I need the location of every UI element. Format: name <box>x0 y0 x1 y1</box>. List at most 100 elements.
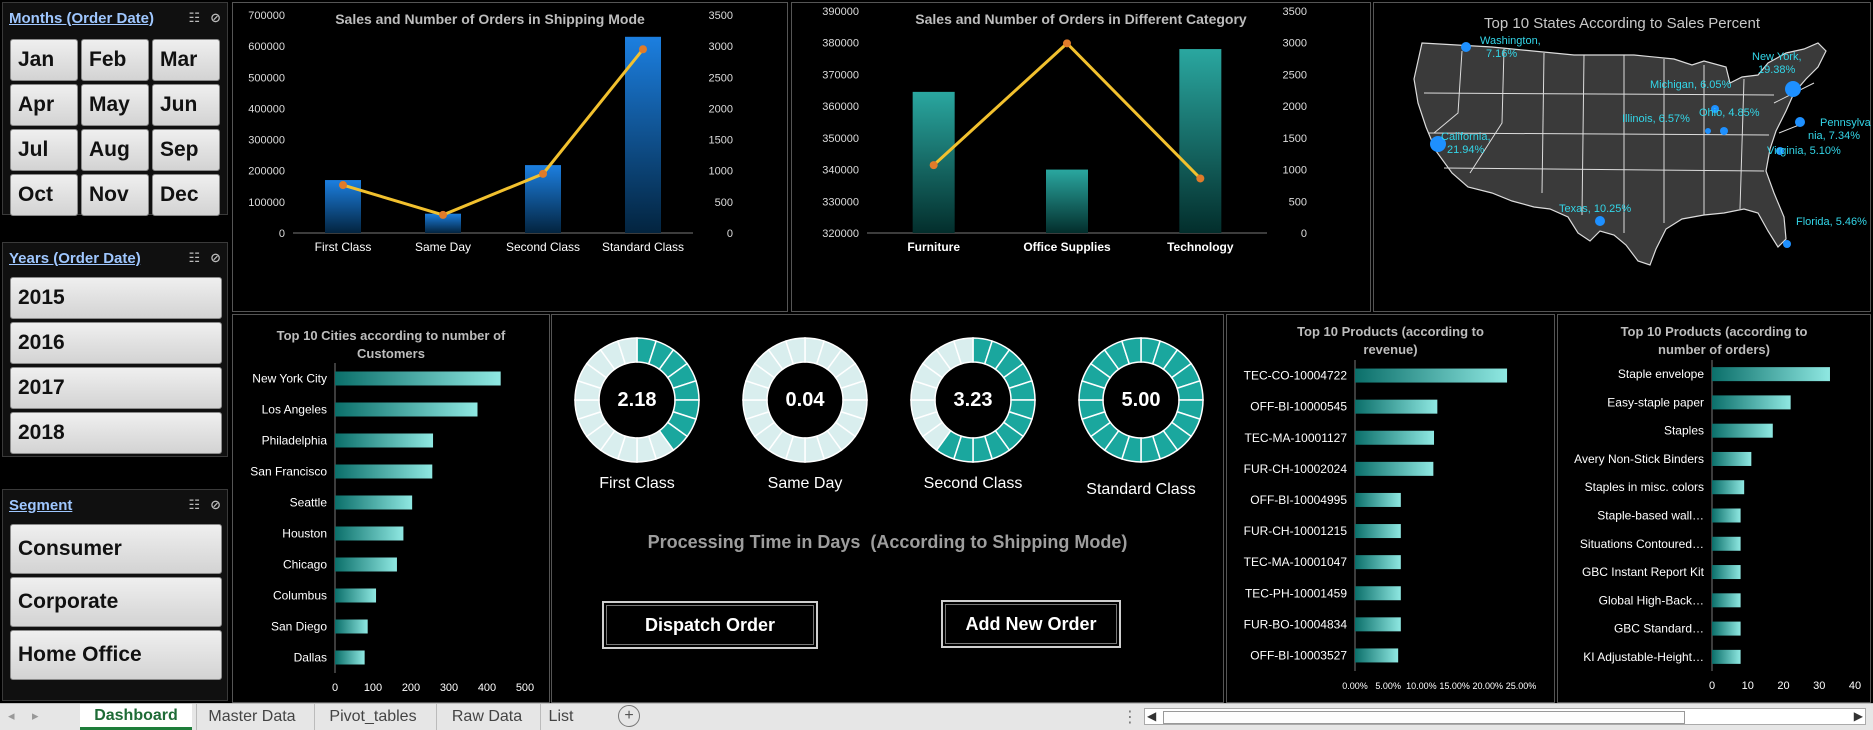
months-slicer-title: Months (Order Date) <box>9 9 155 27</box>
map-dot <box>1720 127 1728 135</box>
y-tick-label: 700000 <box>248 10 285 22</box>
slicer-item-2017[interactable]: 2017 <box>10 367 222 409</box>
bar <box>1712 593 1741 608</box>
orders-point <box>639 45 647 54</box>
gauge-value: 5.00 <box>1121 388 1161 411</box>
scroll-right-icon[interactable]: ▸ <box>32 708 39 724</box>
bar <box>1355 430 1435 445</box>
map-label: Texas, 10.25% <box>1559 203 1631 215</box>
bar <box>335 371 501 386</box>
category-label: Philadelphia <box>262 434 328 448</box>
slicer-item-2016[interactable]: 2016 <box>10 322 222 364</box>
scroll-left-icon[interactable]: ◂ <box>8 708 15 724</box>
y2-tick-label: 1500 <box>1283 133 1307 145</box>
category-label: KI Adjustable-Height… <box>1583 650 1704 664</box>
slicer-item-2015[interactable]: 2015 <box>10 277 222 319</box>
slicer-item-feb[interactable]: Feb <box>81 39 149 81</box>
category-label: San Diego <box>271 620 327 634</box>
slicer-item-consumer[interactable]: Consumer <box>10 524 222 574</box>
y2-tick-label: 500 <box>1289 196 1307 208</box>
slicer-item-corporate[interactable]: Corporate <box>10 577 222 627</box>
x-tick-label: 20.00% <box>1473 681 1504 691</box>
category-label: Chicago <box>283 558 327 572</box>
y2-tick-label: 1500 <box>709 135 733 147</box>
slicer-item-jan[interactable]: Jan <box>10 39 78 81</box>
add-sheet-icon[interactable]: + <box>618 705 640 727</box>
map-label: Illinois, 6.57% <box>1622 113 1690 125</box>
map-dot <box>1795 117 1805 127</box>
y-tick-label: 360000 <box>822 101 859 113</box>
slicer-item-may[interactable]: May <box>81 84 149 126</box>
y-tick-label: 380000 <box>822 38 859 50</box>
bar <box>335 588 377 603</box>
category-label: TEC-MA-10001127 <box>1245 431 1348 445</box>
x-tick-label: 20 <box>1777 680 1789 692</box>
x-tick-label: 500 <box>516 682 534 694</box>
category-label: Staple envelope <box>1618 367 1704 381</box>
slicer-item-aug[interactable]: Aug <box>81 129 149 171</box>
gauge-same-day: 0.04 Same Day <box>740 335 870 505</box>
y-tick-label: 600000 <box>248 41 285 53</box>
sheet-tab-raw-data[interactable]: Raw Data <box>436 704 537 730</box>
orders-point <box>1196 174 1205 183</box>
multi-select-icon[interactable]: ☷ <box>188 497 200 513</box>
bar <box>335 495 413 510</box>
gauge-second-class: 3.23 Second Class <box>908 335 1038 505</box>
dispatch-order-button[interactable]: Dispatch Order <box>602 601 818 649</box>
category-label: Staples <box>1664 424 1704 438</box>
category-label: Technology <box>1167 240 1234 254</box>
sheet-tab-master-data[interactable]: Master Data <box>196 704 307 730</box>
bar <box>1355 586 1401 601</box>
map-label: 19.38% <box>1758 64 1796 76</box>
clear-filter-icon[interactable]: ⊘ <box>210 250 221 266</box>
bar <box>1355 524 1401 539</box>
bar <box>1355 461 1434 476</box>
scrollbar-left-arrow-icon[interactable]: ◀ <box>1147 709 1156 723</box>
map-label: Washington, <box>1480 35 1541 47</box>
category-label: OFF-BI-10004995 <box>1250 493 1347 507</box>
map-label: nia, 7.34% <box>1808 130 1860 142</box>
slicer-item-home-office[interactable]: Home Office <box>10 630 222 680</box>
x-tick-label: 10 <box>1742 680 1754 692</box>
slicer-item-jul[interactable]: Jul <box>10 129 78 171</box>
y2-tick-label: 2000 <box>709 103 733 115</box>
y2-tick-label: 500 <box>715 197 733 209</box>
bar <box>1712 621 1741 636</box>
bar <box>1355 399 1438 414</box>
map-label: 7.16% <box>1486 48 1517 60</box>
scrollbar-right-arrow-icon[interactable]: ▶ <box>1854 709 1863 723</box>
gauge-label: Second Class <box>923 475 1023 492</box>
bar <box>1712 451 1752 466</box>
category-label: TEC-MA-10001047 <box>1244 555 1348 569</box>
slicer-item-dec[interactable]: Dec <box>152 174 220 216</box>
slicer-item-nov[interactable]: Nov <box>81 174 149 216</box>
category-label: Situations Contoured… <box>1580 537 1704 551</box>
category-label: TEC-PH-10001459 <box>1245 586 1347 600</box>
slicer-item-mar[interactable]: Mar <box>152 39 220 81</box>
slicer-item-apr[interactable]: Apr <box>10 84 78 126</box>
slicer-item-sep[interactable]: Sep <box>152 129 220 171</box>
sheet-tab-dashboard[interactable]: Dashboard <box>80 704 192 730</box>
horizontal-scrollbar[interactable]: ◀ ▶ <box>1144 708 1866 725</box>
multi-select-icon[interactable]: ☷ <box>188 250 200 266</box>
x-tick-label: 15.00% <box>1439 681 1470 691</box>
y2-tick-label: 3000 <box>1283 38 1307 50</box>
clear-filter-icon[interactable]: ⊘ <box>210 497 221 513</box>
bar <box>335 402 478 417</box>
y-tick-label: 400000 <box>248 103 285 115</box>
add-new-order-button[interactable]: Add New Order <box>941 600 1121 648</box>
category-label: Easy-staple paper <box>1607 395 1704 409</box>
slicer-item-2018[interactable]: 2018 <box>10 412 222 454</box>
options-icon[interactable]: ⋮ <box>1122 707 1138 727</box>
map-dot <box>1595 216 1605 226</box>
map-label: Virginia, 5.10% <box>1767 145 1841 157</box>
sheet-tab-pivot-tables[interactable]: Pivot_tables <box>314 704 431 730</box>
processing-title: Processing Time in Days (According to Sh… <box>647 532 1128 552</box>
scrollbar-thumb[interactable] <box>1163 711 1685 724</box>
y2-tick-label: 2500 <box>709 72 733 84</box>
slicer-item-oct[interactable]: Oct <box>10 174 78 216</box>
map-dot <box>1783 240 1791 248</box>
slicer-item-jun[interactable]: Jun <box>152 84 220 126</box>
sheet-tab-list[interactable]: List <box>540 704 581 730</box>
segment-slicer: Segment ☷ ⊘ Consumer Corporate Home Office <box>2 489 228 701</box>
